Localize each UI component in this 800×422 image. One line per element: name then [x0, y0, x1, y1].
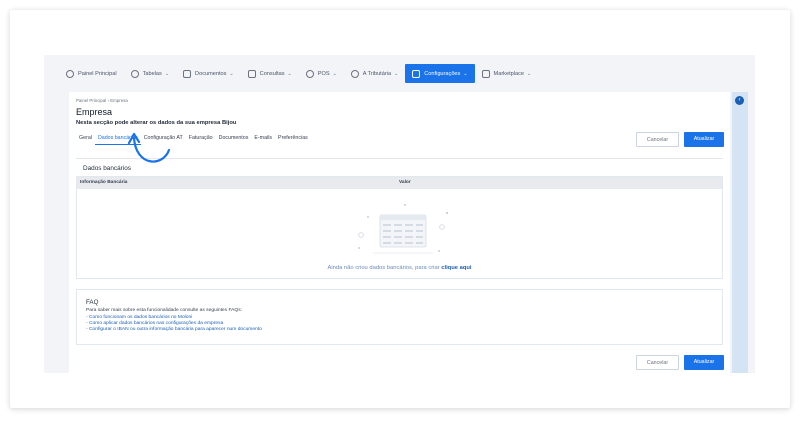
nav-marketplace[interactable]: Marketplace ⌄	[475, 64, 539, 83]
faq-link-1[interactable]: - Como funcionam os dados bancários no M…	[86, 315, 192, 320]
faq-title: FAQ	[86, 299, 99, 306]
bank-section-title: Dados bancários	[83, 165, 131, 172]
breadcrumb: Painel Principal › Empresa	[76, 98, 128, 103]
breadcrumb-current: Empresa	[110, 98, 128, 103]
nav-label: Marketplace	[493, 70, 525, 77]
chevron-down-icon: ⌄	[463, 70, 468, 77]
nav-painel-principal[interactable]: Painel Principal	[59, 64, 124, 83]
column-header-info: Informação Bancária	[80, 180, 128, 185]
cancel-button-bottom[interactable]: Cancelar	[636, 355, 679, 370]
chevron-down-icon: ⌄	[527, 70, 532, 77]
tab-documentos[interactable]: Documentos	[216, 134, 252, 145]
chevron-down-icon: ⌄	[287, 70, 292, 77]
main-navbar: Painel Principal Tabelas ⌄ Documentos ⌄ …	[59, 64, 723, 83]
nav-label: Painel Principal	[78, 70, 117, 77]
nav-documentos[interactable]: Documentos ⌄	[176, 64, 241, 83]
nav-label: Consultas	[259, 70, 285, 77]
cancel-button-top[interactable]: Cancelar	[636, 132, 679, 147]
nav-consultas[interactable]: Consultas ⌄	[241, 64, 299, 83]
chevron-down-icon: ⌄	[229, 70, 234, 77]
page-subtitle: Nesta secção pode alterar os dados da su…	[76, 120, 236, 126]
empty-state-message: Ainda não criou dados bancários, para cr…	[77, 265, 722, 271]
settings-tabs: Geral Dados bancários Configuração AT Fa…	[76, 134, 311, 145]
dashboard-icon	[66, 69, 74, 78]
nav-tabelas[interactable]: Tabelas ⌄	[124, 64, 176, 83]
tab-emails[interactable]: E-mails	[251, 134, 275, 145]
users-icon	[130, 69, 139, 78]
faq-link-3[interactable]: - Configurar o IBAN ou outra informação …	[86, 327, 262, 332]
nav-pos[interactable]: POS ⌄	[299, 64, 344, 83]
update-button-bottom[interactable]: Atualizar	[684, 355, 724, 370]
bar-chart-icon	[247, 69, 256, 78]
nav-configuracoes[interactable]: Configurações ⌄	[405, 64, 475, 83]
nav-label: POS	[317, 70, 330, 77]
subtitle-text: Nesta secção pode alterar os dados da su…	[76, 120, 222, 126]
tab-geral[interactable]: Geral	[76, 134, 95, 145]
grid-icon	[481, 69, 490, 78]
nav-label: Documentos	[195, 70, 227, 77]
document-icon	[183, 69, 192, 78]
table-header: Informação Bancária Valor	[77, 177, 722, 189]
scale-icon	[350, 69, 359, 78]
faq-intro: Para saber mais sobre esta funcionalidad…	[86, 308, 243, 313]
empty-table-illustration-icon	[358, 204, 449, 254]
create-bank-data-link[interactable]: clique aqui	[441, 265, 471, 271]
update-button-top[interactable]: Atualizar	[684, 132, 724, 147]
empty-state-text: Ainda não criou dados bancários, para cr…	[327, 265, 442, 271]
nav-a-tributaria[interactable]: A Tributária ⌄	[344, 64, 406, 83]
chevron-down-icon: ⌄	[332, 70, 337, 77]
chevron-down-icon: ⌄	[394, 70, 399, 77]
column-header-value: Valor	[399, 180, 411, 185]
screenshot-frame: Painel Principal Tabelas ⌄ Documentos ⌄ …	[10, 10, 790, 408]
page-title: Empresa	[76, 107, 113, 117]
collapse-arrow-icon[interactable]: ‹	[735, 96, 744, 105]
company-name: Bijou	[221, 120, 237, 126]
tab-faturacao[interactable]: Faturação	[186, 134, 216, 145]
tab-preferencias[interactable]: Preferências	[275, 134, 311, 145]
faq-box: FAQ Para saber mais sobre esta funcional…	[76, 289, 723, 345]
pos-icon	[305, 69, 314, 78]
breadcrumb-separator: ›	[107, 98, 109, 103]
annotation-arrow-icon	[128, 132, 171, 163]
chevron-down-icon: ⌄	[164, 70, 170, 77]
faq-link-2[interactable]: - Como aplicar dados bancários nas confi…	[86, 321, 223, 326]
settings-icon	[412, 69, 421, 78]
nav-label: Configurações	[424, 70, 461, 77]
app-window: Painel Principal Tabelas ⌄ Documentos ⌄ …	[44, 55, 755, 373]
breadcrumb-home[interactable]: Painel Principal	[76, 98, 106, 103]
nav-label: A Tributária	[362, 70, 392, 77]
help-side-strip	[732, 92, 748, 373]
nav-label: Tabelas	[142, 70, 162, 77]
bank-data-table: Informação Bancária Valor Ainda não crio…	[76, 176, 723, 279]
